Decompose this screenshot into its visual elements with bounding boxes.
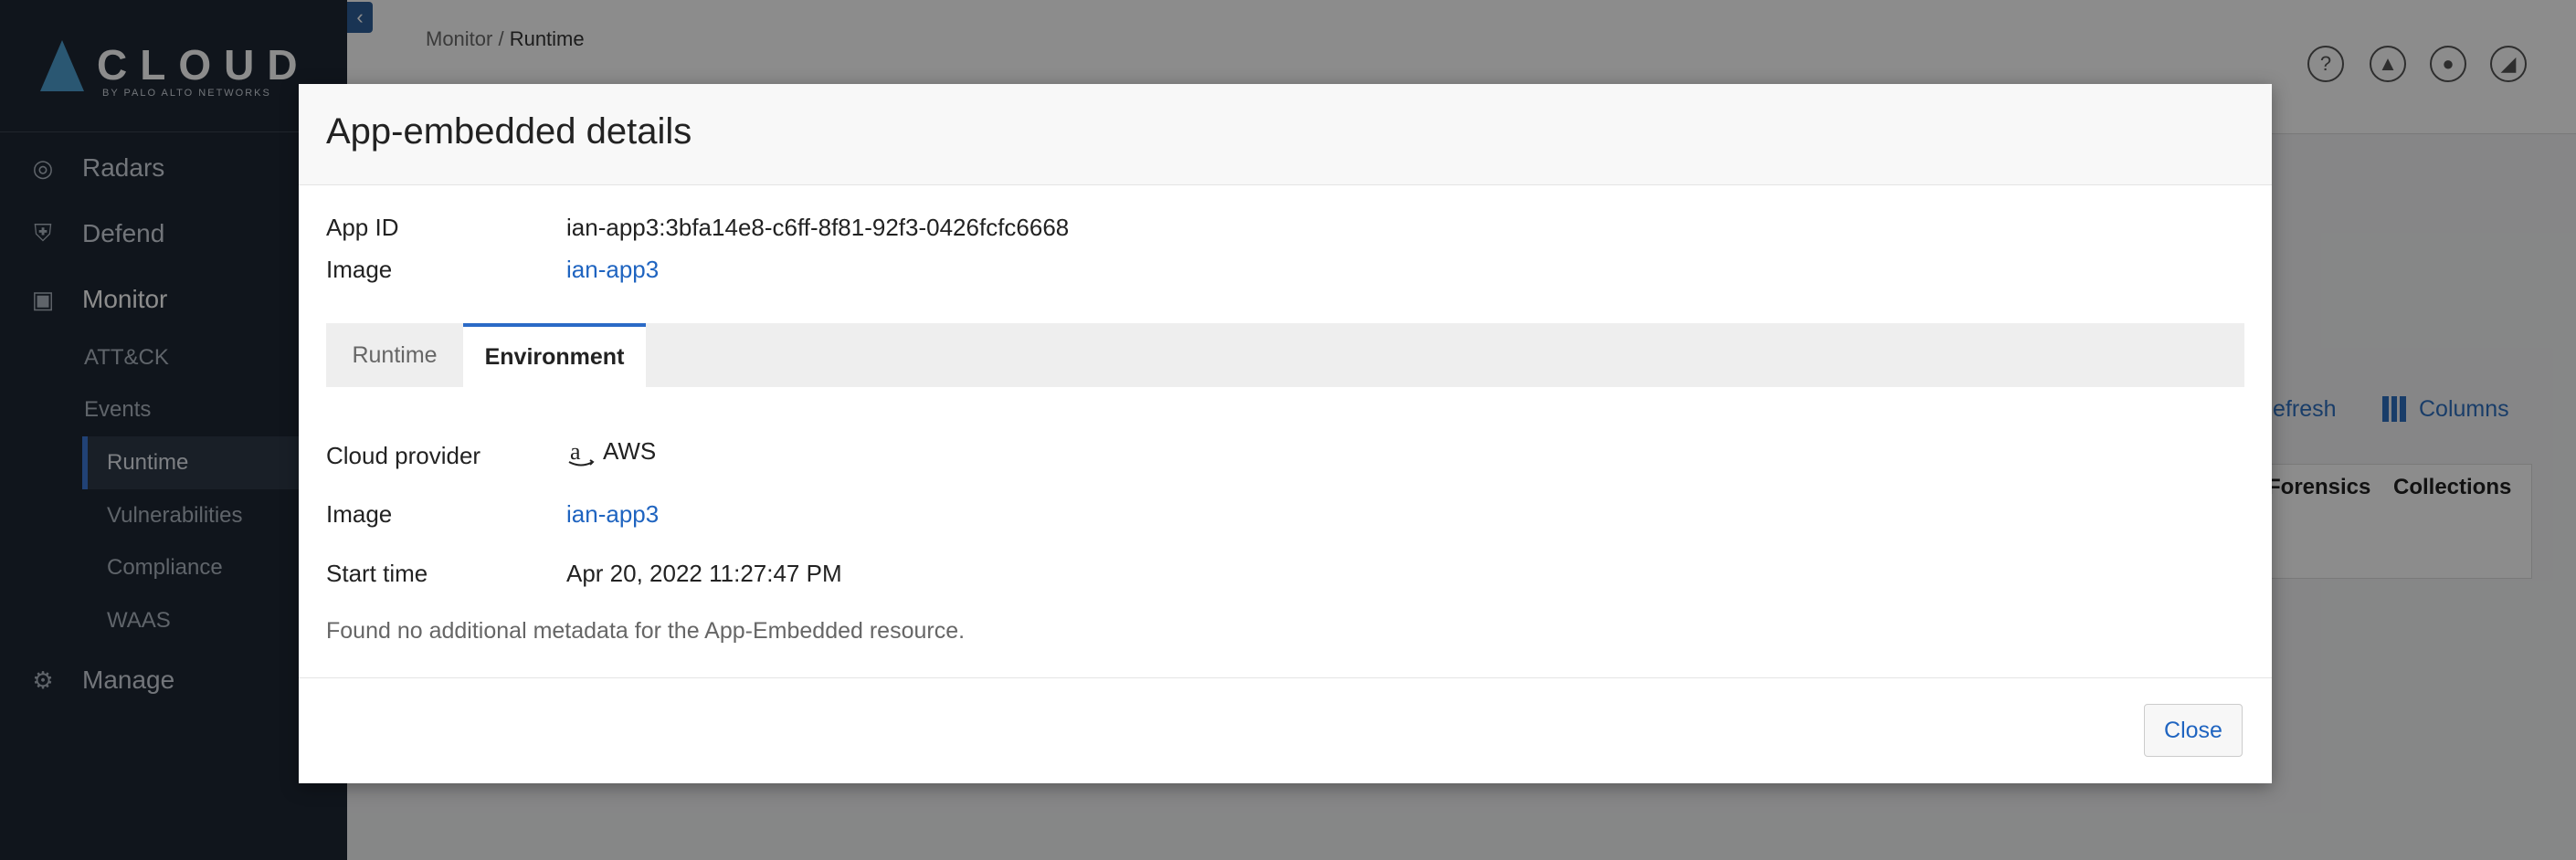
- details-tabs: Runtime Environment: [326, 323, 2244, 387]
- app-id-label: App ID: [326, 214, 399, 241]
- modal-title: App-embedded details: [326, 111, 692, 152]
- start-time-label: Start time: [326, 560, 428, 587]
- start-time-value: Apr 20, 2022 11:27:47 PM: [566, 560, 842, 587]
- tab-runtime[interactable]: Runtime: [326, 323, 463, 387]
- amazon-icon: a: [568, 438, 595, 467]
- modal-footer-divider: [299, 677, 2272, 678]
- modal-header: App-embedded details: [299, 84, 2272, 185]
- cloud-provider-value: a AWS: [566, 437, 656, 468]
- cloud-provider-label: Cloud provider: [326, 442, 481, 469]
- metadata-note: Found no additional metadata for the App…: [326, 618, 966, 644]
- env-image-link[interactable]: ian-app3: [566, 500, 659, 529]
- app-id-value: ian-app3:3bfa14e8-c6ff-8f81-92f3-0426fcf…: [566, 214, 1070, 241]
- svg-text:a: a: [570, 438, 581, 465]
- close-button[interactable]: Close: [2144, 704, 2243, 757]
- cloud-provider-name: AWS: [603, 437, 657, 465]
- image-link[interactable]: ian-app3: [566, 256, 659, 284]
- image-label: Image: [326, 256, 393, 283]
- tab-environment[interactable]: Environment: [463, 323, 646, 387]
- app-embedded-details-modal: App-embedded details App ID ian-app3:3bf…: [299, 84, 2272, 783]
- env-image-label: Image: [326, 500, 393, 528]
